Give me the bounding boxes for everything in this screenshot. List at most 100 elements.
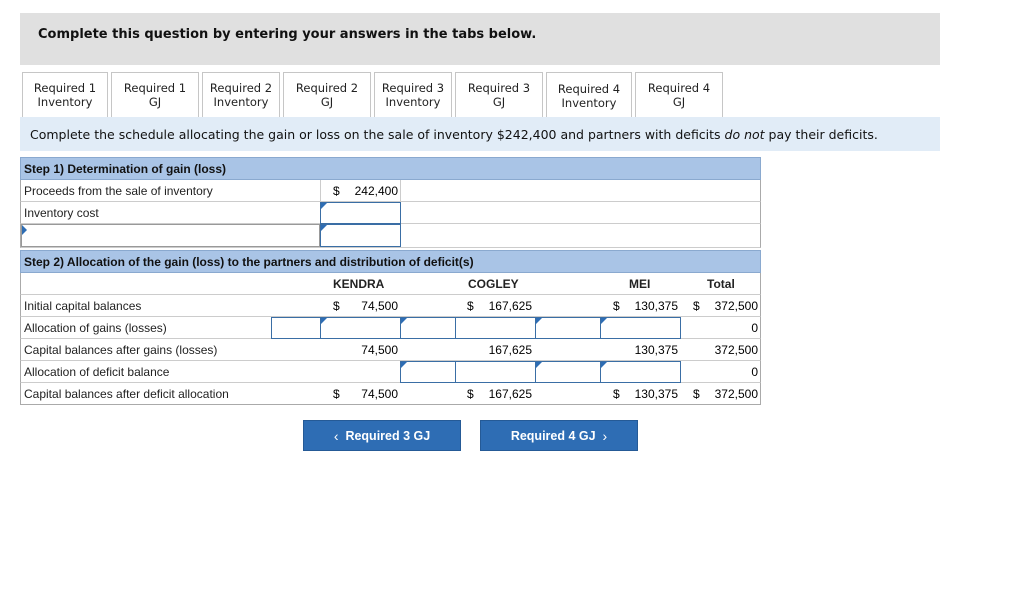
input-marker-icon [401,318,407,324]
total-deficit-value: 0 [751,365,758,379]
cogley-value: 167,625 [488,343,532,357]
dollar-sign: $ [467,299,474,313]
input-marker-icon [601,362,607,368]
divider [320,180,321,202]
dollar-sign: $ [333,184,340,198]
table-row: Capital balances after gains (losses) 74… [20,339,761,361]
row-label: Allocation of deficit balance [24,365,170,379]
input-marker-icon [536,362,542,368]
mei-deficit-input[interactable] [600,361,681,383]
table-row: Capital balances after deficit allocatio… [20,383,761,405]
table-row: Allocation of deficit balance 0 [20,361,761,383]
prev-button[interactable]: ‹ Required 3 GJ [303,420,461,451]
row-label: Inventory cost [24,206,99,220]
col-kendra: KENDRA [333,277,385,291]
tab-required-3-gj[interactable]: Required 3 GJ [455,72,543,117]
kendra-allocation-pre-input[interactable] [271,317,321,339]
mei-value: 130,375 [634,387,678,401]
tab-label: Required 3 [381,81,445,95]
dollar-sign: $ [693,299,700,313]
next-button-label: Required 4 GJ [510,428,596,443]
kendra-allocation-input[interactable] [320,317,401,339]
tab-label: Required 2 [209,81,273,95]
cogley-deficit-input[interactable] [455,361,536,383]
input-marker-icon [401,362,407,368]
kendra-allocation-extra-input[interactable] [400,317,456,339]
instruction-post: pay their deficits. [764,127,878,142]
instructions-banner: Complete this question by entering your … [20,13,940,65]
kendra-value: 74,500 [361,299,398,313]
tab-bar: Required 1 Inventory Required 1 GJ Requir… [22,72,726,118]
mei-allocation-input[interactable] [600,317,681,339]
cogley-allocation-extra-input[interactable] [535,317,601,339]
cogley-value: 167,625 [488,299,532,313]
cogley-allocation-input[interactable] [455,317,536,339]
proceeds-value: 242,400 [354,184,398,198]
total-value: 372,500 [714,343,758,357]
tab-label: Inventory [561,95,617,110]
dollar-sign: $ [693,387,700,401]
row-label: Initial capital balances [24,299,142,313]
tab-required-4-inventory[interactable]: Required 4 Inventory [546,72,632,118]
table-row [20,224,761,248]
cogley-deficit-extra-input[interactable] [535,361,601,383]
total-value: 372,500 [714,387,758,401]
table-row: Proceeds from the sale of inventory $ 24… [20,180,761,202]
kendra-deficit-input[interactable] [400,361,456,383]
col-total: Total [707,277,735,291]
tab-label: Inventory [37,95,93,109]
tab-required-2-gj[interactable]: Required 2 GJ [283,72,371,117]
dollar-sign: $ [333,299,340,313]
row-label: Proceeds from the sale of inventory [24,184,213,198]
table-row: Inventory cost [20,202,761,224]
tab-label: Required 4 GJ [647,81,711,109]
gain-loss-amount-input[interactable] [320,224,401,247]
tab-label: Required 1 [33,81,97,95]
tab-label: Required 1 GJ [123,81,187,109]
mei-value: 130,375 [634,343,678,357]
tab-required-1-gj[interactable]: Required 1 GJ [111,72,199,117]
gain-loss-label-select[interactable] [21,224,320,247]
input-marker-icon [321,203,327,209]
col-mei: MEI [629,277,651,291]
instruction-emphasis: do not [724,127,765,142]
instruction-text: Complete the schedule allocating the gai… [20,117,940,151]
step2-header: Step 2) Allocation of the gain (loss) to… [20,250,761,273]
instruction-pre: Complete the schedule allocating the gai… [30,127,725,142]
input-marker-icon [601,318,607,324]
tab-label: Required 3 GJ [467,81,531,109]
next-button[interactable]: Required 4 GJ › [480,420,638,451]
dollar-sign: $ [613,299,620,313]
step2-table: Step 2) Allocation of the gain (loss) to… [20,250,761,405]
row-label: Allocation of gains (losses) [24,321,167,335]
dropdown-marker-icon [22,225,27,235]
inventory-cost-input[interactable] [320,202,401,224]
table-row: Allocation of gains (losses) 0 [20,317,761,339]
total-allocation-value: 0 [751,321,758,335]
step1-header: Step 1) Determination of gain (loss) [20,157,761,180]
step1-table: Step 1) Determination of gain (loss) Pro… [20,157,761,248]
dollar-sign: $ [333,387,340,401]
table-row: Initial capital balances $ 74,500 $ 167,… [20,295,761,317]
column-headers: KENDRA COGLEY MEI Total [20,273,761,295]
cogley-value: 167,625 [488,387,532,401]
tab-label: Required 4 [557,81,621,96]
tab-required-4-gj[interactable]: Required 4 GJ [635,72,723,117]
input-marker-icon [321,225,327,231]
tab-label: Required 2 GJ [295,81,359,109]
tab-required-2-inventory[interactable]: Required 2 Inventory [202,72,280,117]
chevron-right-icon: › [602,427,608,444]
tab-label: Inventory [213,95,269,109]
dollar-sign: $ [613,387,620,401]
kendra-value: 74,500 [361,343,398,357]
col-cogley: COGLEY [468,277,519,291]
header-blank [21,273,271,294]
tab-label: Inventory [385,95,441,109]
input-marker-icon [321,318,327,324]
tab-required-3-inventory[interactable]: Required 3 Inventory [374,72,452,117]
tab-required-1-inventory[interactable]: Required 1 Inventory [22,72,108,117]
mei-value: 130,375 [634,299,678,313]
kendra-value: 74,500 [361,387,398,401]
divider [400,180,401,202]
banner-text: Complete this question by entering your … [38,27,537,42]
